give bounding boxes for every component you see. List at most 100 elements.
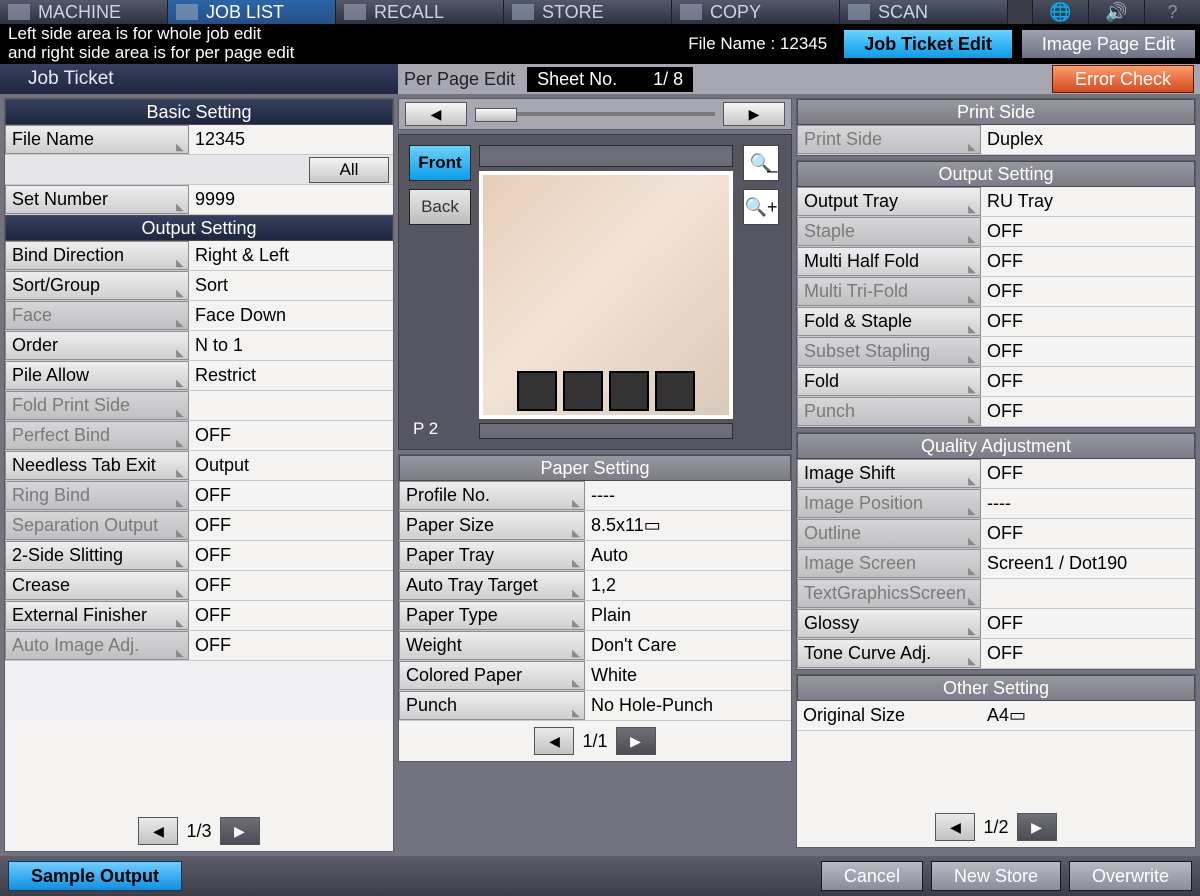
quality-value: OFF — [981, 609, 1195, 638]
tab-scan[interactable]: SCAN — [840, 0, 1008, 24]
recall-icon — [344, 4, 366, 20]
error-check-button[interactable]: Error Check — [1052, 65, 1194, 93]
front-side-button[interactable]: Front — [409, 145, 471, 181]
job-ticket-edit-button[interactable]: Job Ticket Edit — [843, 29, 1013, 59]
mid-prev-button[interactable]: ◀ — [534, 727, 574, 755]
paper-label[interactable]: Weight — [399, 631, 585, 660]
zoom-in-button[interactable]: 🔍+ — [743, 189, 779, 225]
output-right-label: Subset Stapling — [797, 337, 981, 366]
output-setting-left-header: Output Setting — [5, 215, 393, 241]
info-message: Left side area is for whole job edit and… — [0, 25, 688, 62]
tab-store[interactable]: STORE — [504, 0, 672, 24]
output-right-label[interactable]: Output Tray — [797, 187, 981, 216]
quality-label: TextGraphicsScreen — [797, 579, 981, 608]
paper-row: Profile No.---- — [399, 481, 791, 511]
quality-label: Image Screen — [797, 549, 981, 578]
output-left-row: Perfect BindOFF — [5, 421, 393, 451]
output-left-label[interactable]: Bind Direction — [5, 241, 189, 270]
paper-label[interactable]: Paper Tray — [399, 541, 585, 570]
tab-machine[interactable]: MACHINE — [0, 0, 168, 24]
paper-value: White — [585, 661, 791, 690]
print-side-header: Print Side — [797, 99, 1195, 125]
mid-page-indicator: 1/1 — [582, 731, 607, 752]
output-right-label[interactable]: Fold & Staple — [797, 307, 981, 336]
fit-zoom-button[interactable]: 🔍̲ — [743, 145, 779, 181]
output-left-row: 2-Side SlittingOFF — [5, 541, 393, 571]
print-side-value: Duplex — [981, 125, 1195, 154]
preview-panel: Front Back P 2 🔍̲ — [398, 134, 792, 450]
output-left-label[interactable]: 2-Side Slitting — [5, 541, 189, 570]
right-prev-button[interactable]: ◀ — [935, 813, 975, 841]
tab-copy[interactable]: COPY — [672, 0, 840, 24]
output-left-value: Sort — [189, 271, 393, 300]
help-icon[interactable]: ? — [1144, 0, 1200, 24]
other-row: Original SizeA4▭ — [797, 701, 1195, 731]
quality-row: TextGraphicsScreen — [797, 579, 1195, 609]
output-left-row: Sort/GroupSort — [5, 271, 393, 301]
right-next-button[interactable]: ▶ — [1017, 813, 1057, 841]
output-left-label[interactable]: Order — [5, 331, 189, 360]
preview-thumb — [563, 371, 603, 411]
slider-next-button[interactable]: ▶ — [723, 102, 785, 126]
paper-value: 1,2 — [585, 571, 791, 600]
output-left-label[interactable]: Needless Tab Exit — [5, 451, 189, 480]
page-slider-row: ◀ ▶ — [398, 98, 792, 130]
quality-label[interactable]: Tone Curve Adj. — [797, 639, 981, 668]
output-left-value — [189, 391, 393, 420]
new-store-button[interactable]: New Store — [931, 861, 1061, 891]
globe-icon[interactable]: 🌐 — [1032, 0, 1088, 24]
paper-label[interactable]: Paper Type — [399, 601, 585, 630]
overwrite-button[interactable]: Overwrite — [1069, 861, 1192, 891]
output-left-label[interactable]: Crease — [5, 571, 189, 600]
left-panel-title: Job Ticket — [0, 64, 398, 94]
output-right-label[interactable]: Multi Half Fold — [797, 247, 981, 276]
output-right-label[interactable]: Fold — [797, 367, 981, 396]
quality-value: ---- — [981, 489, 1195, 518]
copy-icon — [680, 4, 702, 20]
page-slider[interactable] — [475, 112, 715, 116]
output-left-value: OFF — [189, 601, 393, 630]
preview-page-number: P 2 — [409, 417, 471, 439]
image-page-edit-button[interactable]: Image Page Edit — [1021, 29, 1196, 59]
preview-bottom-strip — [479, 423, 733, 439]
paper-label[interactable]: Auto Tray Target — [399, 571, 585, 600]
output-left-value: OFF — [189, 481, 393, 510]
print-side-label: Print Side — [797, 125, 981, 154]
paper-label[interactable]: Profile No. — [399, 481, 585, 510]
cancel-button[interactable]: Cancel — [821, 861, 923, 891]
paper-label[interactable]: Colored Paper — [399, 661, 585, 690]
basic-label[interactable]: File Name — [5, 125, 189, 154]
quality-label: Outline — [797, 519, 981, 548]
output-left-value: N to 1 — [189, 331, 393, 360]
output-right-row: StapleOFF — [797, 217, 1195, 247]
tab-job-list[interactable]: JOB LIST — [168, 0, 336, 24]
paper-row: Colored PaperWhite — [399, 661, 791, 691]
mid-next-button[interactable]: ▶ — [616, 727, 656, 755]
basic-label[interactable]: Set Number — [5, 185, 189, 214]
right-page-indicator: 1/2 — [983, 817, 1008, 838]
output-left-value: Restrict — [189, 361, 393, 390]
all-button[interactable]: All — [309, 157, 389, 183]
output-right-row: PunchOFF — [797, 397, 1195, 427]
output-left-label[interactable]: Pile Allow — [5, 361, 189, 390]
paper-value: 8.5x11▭ — [585, 511, 791, 540]
quality-label[interactable]: Glossy — [797, 609, 981, 638]
output-left-row: Pile AllowRestrict — [5, 361, 393, 391]
paper-row: Paper TypePlain — [399, 601, 791, 631]
output-left-label[interactable]: Sort/Group — [5, 271, 189, 300]
left-next-button[interactable]: ▶ — [220, 817, 260, 845]
back-side-button[interactable]: Back — [409, 189, 471, 225]
output-left-value: Output — [189, 451, 393, 480]
tab-recall[interactable]: RECALL — [336, 0, 504, 24]
quality-value — [981, 579, 1195, 608]
output-left-label[interactable]: External Finisher — [5, 601, 189, 630]
quality-label[interactable]: Image Shift — [797, 459, 981, 488]
slider-prev-button[interactable]: ◀ — [405, 102, 467, 126]
sample-output-button[interactable]: Sample Output — [8, 861, 182, 891]
left-prev-button[interactable]: ◀ — [138, 817, 178, 845]
paper-row: Paper TrayAuto — [399, 541, 791, 571]
paper-label[interactable]: Paper Size — [399, 511, 585, 540]
other-label[interactable]: Original Size — [797, 701, 981, 730]
speaker-icon[interactable]: 🔊 — [1088, 0, 1144, 24]
paper-label[interactable]: Punch — [399, 691, 585, 720]
